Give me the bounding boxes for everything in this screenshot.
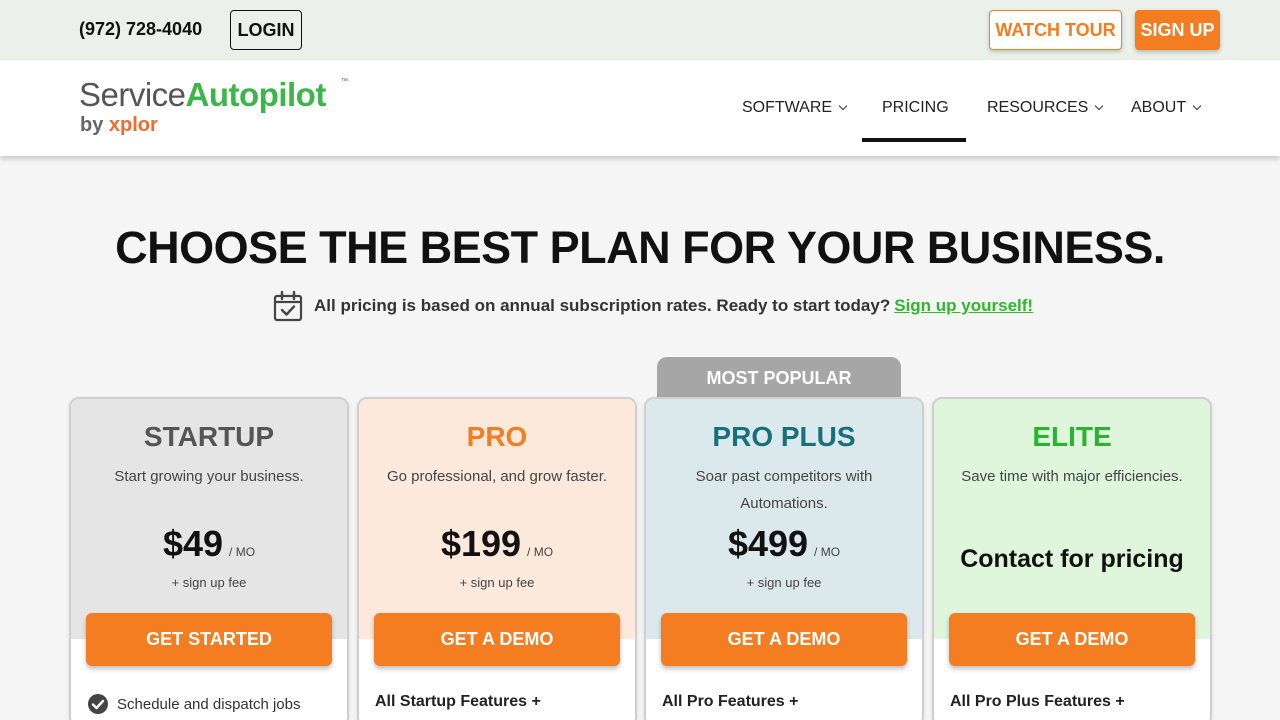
logo-byline: by xplor: [80, 114, 158, 137]
pricing-note: All pricing is based on annual subscript…: [272, 290, 1033, 322]
feature-item: All Startup Features +: [375, 693, 541, 711]
feature-text: All Pro Features +: [662, 693, 799, 710]
nav-item-label: SOFTWARE: [742, 99, 833, 116]
chevron-down-icon: [1192, 101, 1202, 111]
nav-item-resources[interactable]: RESOURCES: [987, 99, 1104, 117]
logo-service-text: Service: [79, 76, 186, 113]
login-button[interactable]: LOGIN: [230, 10, 302, 50]
plan-name: PRO: [466, 421, 528, 452]
phone-number[interactable]: (972) 728-4040: [79, 19, 202, 40]
feature-item: Schedule and dispatch jobs: [87, 693, 300, 715]
feature-text: Schedule and dispatch jobs: [117, 695, 301, 713]
contact-for-pricing: Contact for pricing: [960, 545, 1184, 573]
plan-card-elite: ELITE Save time with major efficiencies.…: [932, 397, 1212, 720]
plan-card-startup: STARTUP Start growing your business. $49…: [69, 397, 349, 720]
price-row: $49 / MO: [71, 523, 347, 565]
plan-card-pro: PRO Go professional, and grow faster. $1…: [357, 397, 637, 720]
feature-text: All Pro Plus Features +: [950, 693, 1125, 710]
plan-description: Soar past competitors with Automations.: [695, 468, 873, 512]
price-period: / MO: [814, 545, 841, 559]
price-row: $499 / MO: [646, 523, 922, 565]
plan-name: STARTUP: [143, 421, 275, 452]
page-title: CHOOSE THE BEST PLAN FOR YOUR BUSINESS.: [115, 222, 1165, 273]
price-row: $199 / MO: [359, 523, 635, 565]
price-period: / MO: [527, 545, 554, 559]
top-utility-bar: (972) 728-4040 LOGIN WATCH TOUR SIGN UP: [0, 0, 1280, 60]
service-autopilot-logo[interactable]: ServiceAutopilot ™ by xplor: [79, 76, 359, 140]
watch-tour-button[interactable]: WATCH TOUR: [989, 10, 1122, 50]
plan-description: Go professional, and grow faster.: [386, 468, 608, 485]
plan-price: $49: [162, 523, 224, 564]
trademark-mark: ™: [341, 78, 348, 85]
plan-price: $199: [440, 523, 522, 564]
plan-description: Start growing your business.: [114, 468, 304, 485]
nav-item-about[interactable]: ABOUT: [1131, 99, 1202, 117]
check-circle-icon: [88, 694, 108, 714]
plan-card-pro-plus: PRO PLUS Soar past competitors with Auto…: [644, 397, 924, 720]
sign-up-fee-note: + sign up fee: [746, 575, 822, 590]
logo-wordmark: ServiceAutopilot: [79, 76, 326, 114]
nav-item-label: ABOUT: [1131, 99, 1187, 116]
logo-by-text: by: [80, 114, 109, 136]
get-a-demo-button[interactable]: GET A DEMO: [661, 613, 907, 666]
chevron-down-icon: [1095, 101, 1104, 111]
feature-item: All Pro Plus Features +: [950, 693, 1125, 711]
plan-description: Save time with major efficiencies.: [961, 468, 1183, 485]
sign-up-fee-note: + sign up fee: [171, 575, 247, 590]
feature-text: All Startup Features +: [375, 693, 541, 710]
plan-name: ELITE: [1032, 421, 1112, 452]
sign-up-button[interactable]: SIGN UP: [1135, 10, 1220, 50]
get-a-demo-button[interactable]: GET A DEMO: [949, 613, 1195, 666]
sign-up-yourself-link[interactable]: Sign up yourself!: [894, 296, 1033, 316]
get-started-button[interactable]: GET STARTED: [86, 613, 332, 666]
calendar-check-icon: [273, 290, 303, 322]
plan-price: $499: [727, 523, 809, 564]
plan-name: PRO PLUS: [712, 421, 856, 452]
sign-up-fee-note: + sign up fee: [459, 575, 535, 590]
nav-item-label: PRICING: [882, 99, 949, 116]
most-popular-badge: MOST POPULAR: [657, 357, 901, 399]
logo-xplor-text: xplor: [108, 114, 158, 136]
pricing-note-text: All pricing is based on annual subscript…: [314, 296, 891, 315]
active-nav-indicator: [862, 138, 966, 142]
logo-autopilot-text: Autopilot: [185, 76, 327, 113]
get-a-demo-button[interactable]: GET A DEMO: [374, 613, 620, 666]
price-period: / MO: [229, 545, 256, 559]
feature-item: All Pro Features +: [662, 693, 799, 711]
nav-item-pricing[interactable]: PRICING: [882, 99, 949, 117]
nav-item-label: RESOURCES: [987, 99, 1089, 116]
nav-item-software[interactable]: SOFTWARE: [742, 99, 848, 117]
chevron-down-icon: [838, 101, 848, 111]
